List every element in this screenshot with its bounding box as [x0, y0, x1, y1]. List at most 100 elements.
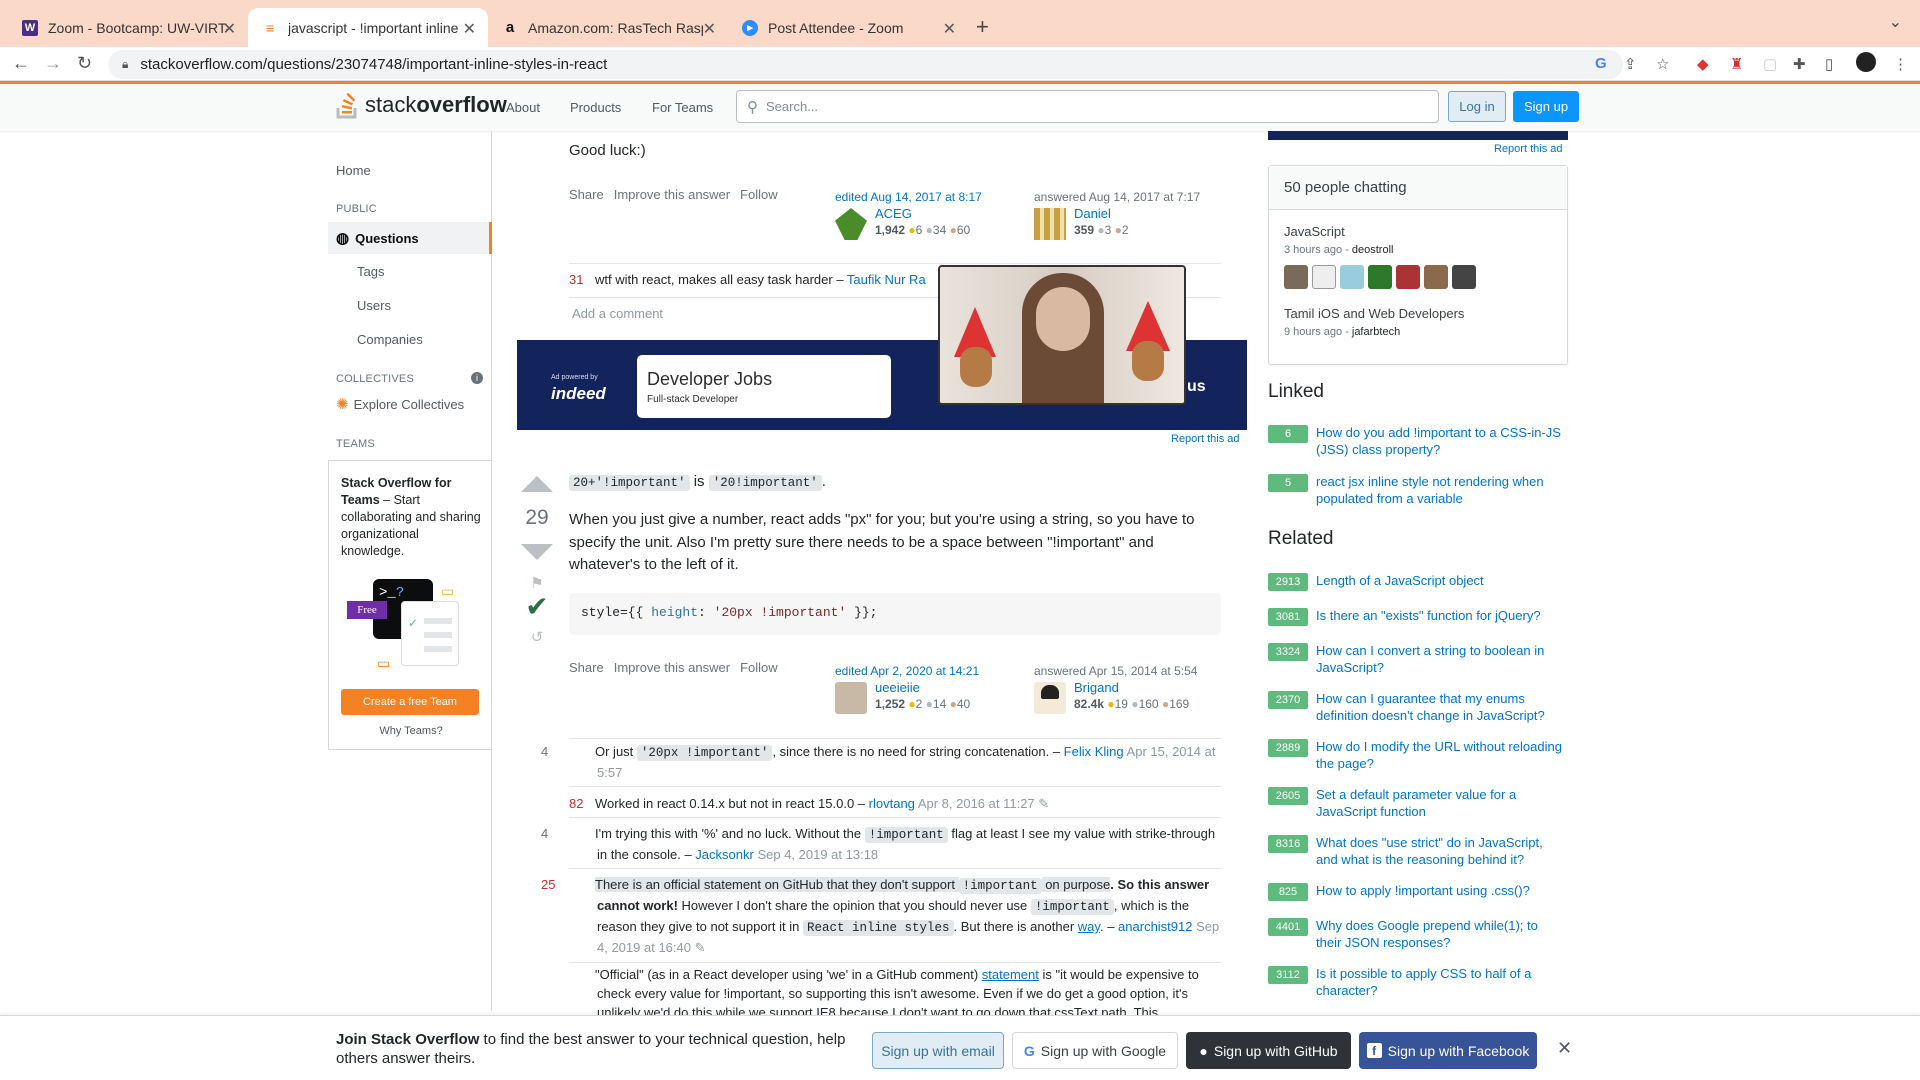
kebab-menu-icon[interactable]: ⋮: [1893, 55, 1908, 73]
signup-facebook-button[interactable]: f Sign up with Facebook: [1359, 1032, 1537, 1069]
improve-answer-link[interactable]: Improve this answer: [614, 187, 730, 202]
new-tab-button[interactable]: +: [976, 14, 989, 40]
related-question[interactable]: 3324 How can I convert a string to boolea…: [1268, 642, 1568, 676]
avatar[interactable]: [835, 208, 867, 240]
avatar[interactable]: [1424, 265, 1448, 289]
comment-user[interactable]: Felix Kling: [1064, 744, 1124, 759]
edited-timestamp[interactable]: edited Aug 14, 2017 at 8:17: [835, 190, 982, 204]
chat-room-javascript[interactable]: JavaScript: [1284, 224, 1345, 239]
avatar[interactable]: [1312, 265, 1336, 289]
nav-products[interactable]: Products: [570, 100, 621, 115]
author-name[interactable]: Brigand: [1074, 680, 1224, 695]
signup-banner: Join Stack Overflow to find the best ans…: [0, 1015, 1920, 1080]
avatar[interactable]: [835, 682, 867, 714]
nav-questions[interactable]: ◍ Questions: [328, 222, 492, 254]
share-icon[interactable]: ⇪: [1624, 55, 1637, 73]
sidepanel-icon[interactable]: ▯: [1825, 55, 1833, 73]
related-question[interactable]: 3081 Is there an "exists" function for jQ…: [1268, 607, 1568, 626]
zoom-video-overlay[interactable]: [938, 265, 1186, 405]
nav-explore-collectives[interactable]: ✺ Explore Collectives: [336, 395, 464, 413]
report-ad-link[interactable]: Report this ad: [1494, 143, 1562, 155]
nav-home[interactable]: Home: [336, 163, 371, 178]
close-icon[interactable]: ✕: [1557, 1038, 1572, 1059]
signup-github-button[interactable]: ● Sign up with GitHub: [1186, 1032, 1351, 1069]
extension-gray-icon[interactable]: ▢: [1763, 55, 1777, 73]
add-comment-link[interactable]: Add a comment: [572, 306, 663, 321]
extensions-puzzle-icon[interactable]: ✚: [1793, 55, 1806, 73]
author-name[interactable]: Daniel: [1074, 206, 1214, 221]
browser-tab-zoom-bootcamp[interactable]: W Zoom - Bootcamp: UW-VIRT-F ✕: [8, 8, 248, 47]
nav-for-teams[interactable]: For Teams: [652, 100, 713, 115]
tab-search-chevron-icon[interactable]: ⌄: [1889, 12, 1902, 32]
statement-link[interactable]: statement: [982, 967, 1039, 982]
avatar[interactable]: [1368, 265, 1392, 289]
forward-arrow-icon[interactable]: →: [44, 53, 62, 74]
related-question[interactable]: 3112 Is it possible to apply CSS to half …: [1268, 965, 1568, 999]
editor-name[interactable]: ueeieiie: [875, 680, 1015, 695]
report-ad-link[interactable]: Report this ad: [1171, 433, 1239, 445]
google-icon[interactable]: G: [1595, 55, 1607, 72]
login-button[interactable]: Log in: [1448, 91, 1506, 122]
chat-room-tamil[interactable]: Tamil iOS and Web Developers: [1284, 306, 1464, 321]
close-icon[interactable]: ✕: [943, 19, 956, 39]
signup-button[interactable]: Sign up: [1513, 91, 1579, 122]
avatar[interactable]: [1034, 208, 1066, 240]
info-icon[interactable]: i: [471, 372, 483, 384]
editor-name[interactable]: ACEG: [875, 206, 1015, 221]
avatar[interactable]: [1340, 265, 1364, 289]
related-question[interactable]: 2370 How can I guarantee that my enums de…: [1268, 690, 1568, 724]
follow-link[interactable]: Follow: [740, 187, 778, 202]
related-question[interactable]: 2889 How do I modify the URL without relo…: [1268, 738, 1568, 772]
create-team-button[interactable]: Create a free Team: [341, 689, 479, 715]
comment-user[interactable]: Taufik Nur Ra: [847, 272, 926, 287]
avatar[interactable]: [1034, 682, 1066, 714]
avatar[interactable]: [1396, 265, 1420, 289]
avatar[interactable]: [1452, 265, 1476, 289]
browser-tab-stackoverflow[interactable]: ≡ javascript - !important inline st ✕: [248, 8, 488, 47]
comment-user[interactable]: rlovtang: [869, 796, 915, 811]
close-icon[interactable]: ✕: [703, 19, 716, 39]
linked-question[interactable]: 5 react jsx inline style not rendering wh…: [1268, 473, 1568, 507]
linked-question[interactable]: 6 How do you add !important to a CSS-in-J…: [1268, 424, 1568, 458]
why-teams-link[interactable]: Why Teams?: [329, 725, 493, 737]
bookmark-icon[interactable]: ⚑: [519, 574, 555, 592]
nav-companies[interactable]: Companies: [357, 332, 423, 347]
improve-answer-link[interactable]: Improve this answer: [614, 660, 730, 675]
stackoverflow-logo[interactable]: stack overflow: [335, 90, 507, 120]
extension-translate-icon[interactable]: ◆: [1697, 55, 1709, 73]
downvote-button[interactable]: [521, 544, 553, 560]
share-link[interactable]: Share: [569, 187, 604, 202]
nav-tags[interactable]: Tags: [357, 264, 384, 279]
extension-red-icon[interactable]: ♜: [1730, 55, 1743, 73]
way-link[interactable]: way: [1078, 919, 1100, 934]
close-icon[interactable]: ✕: [463, 19, 476, 39]
signup-google-button[interactable]: G Sign up with Google: [1012, 1032, 1178, 1069]
address-bar[interactable]: 🔒︎ stackoverflow.com/questions/23074748/…: [108, 50, 1623, 79]
chat-user[interactable]: deostroll: [1352, 244, 1394, 256]
nav-users[interactable]: Users: [357, 298, 391, 313]
follow-link[interactable]: Follow: [740, 660, 778, 675]
signup-email-button[interactable]: Sign up with email: [872, 1032, 1004, 1069]
bookmark-star-icon[interactable]: ☆: [1656, 55, 1669, 73]
related-question[interactable]: 2605 Set a default parameter value for a …: [1268, 786, 1568, 820]
chat-user[interactable]: jafarbtech: [1352, 326, 1400, 338]
comment-user[interactable]: Jacksonkr: [695, 847, 754, 862]
related-question[interactable]: 825 How to apply !important using .css()?: [1268, 882, 1568, 901]
search-input[interactable]: ⚲ Search...: [736, 90, 1439, 123]
history-icon[interactable]: ↺: [519, 628, 555, 646]
profile-avatar[interactable]: [1856, 52, 1876, 72]
browser-tab-zoom-post[interactable]: ▸ Post Attendee - Zoom ✕: [728, 8, 968, 47]
upvote-button[interactable]: [521, 476, 553, 492]
related-question[interactable]: 8316 What does "use strict" do in JavaScr…: [1268, 834, 1568, 868]
reload-icon[interactable]: ↻: [77, 53, 92, 74]
related-question[interactable]: 2913 Length of a JavaScript object: [1268, 572, 1568, 591]
avatar[interactable]: [1284, 265, 1308, 289]
back-arrow-icon[interactable]: ←: [12, 53, 30, 74]
comment-user[interactable]: anarchist912: [1118, 919, 1192, 934]
share-link[interactable]: Share: [569, 660, 604, 675]
edited-timestamp[interactable]: edited Apr 2, 2020 at 14:21: [835, 664, 979, 678]
related-question[interactable]: 4401 Why does Google prepend while(1); to…: [1268, 917, 1568, 951]
nav-about[interactable]: About: [506, 100, 540, 115]
close-icon[interactable]: ✕: [223, 19, 236, 39]
browser-tab-amazon[interactable]: a Amazon.com: RasTech Raspbe ✕: [488, 8, 728, 47]
